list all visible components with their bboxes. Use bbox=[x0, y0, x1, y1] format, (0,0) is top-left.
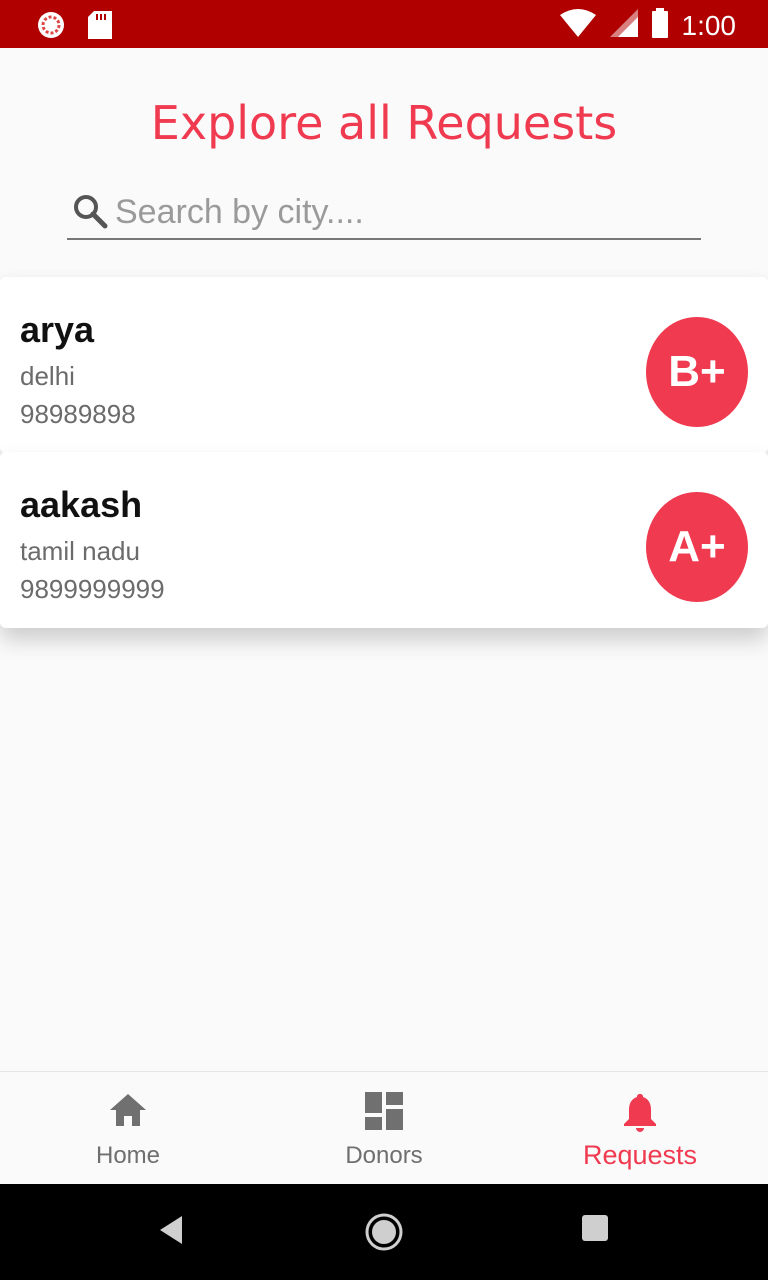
search-input[interactable] bbox=[115, 190, 675, 234]
clock: 1:00 bbox=[681, 9, 737, 41]
bell-icon bbox=[622, 1092, 658, 1137]
requester-phone: 98989898 bbox=[20, 399, 136, 429]
app-notification-icon bbox=[36, 10, 66, 45]
request-card[interactable]: arya delhi 98989898 B+ bbox=[0, 277, 768, 453]
search-icon bbox=[71, 192, 109, 235]
home-icon bbox=[108, 1092, 148, 1133]
blood-group-badge: B+ bbox=[646, 317, 748, 427]
nav-label-donors: Donors bbox=[345, 1142, 423, 1169]
requester-city: delhi bbox=[20, 361, 75, 391]
nav-label-home: Home bbox=[95, 1142, 161, 1169]
nav-item-home[interactable]: Home bbox=[0, 1072, 256, 1185]
blood-group-badge: A+ bbox=[646, 492, 748, 602]
nav-label-requests: Requests bbox=[582, 1140, 698, 1170]
recents-icon[interactable] bbox=[582, 1215, 608, 1246]
page-title: Explore all Requests bbox=[150, 96, 618, 150]
requester-phone: 9899999999 bbox=[20, 574, 165, 604]
bottom-navigation: Home Donors Requests bbox=[0, 1071, 768, 1184]
requester-name: arya bbox=[20, 309, 95, 350]
search-bar bbox=[67, 188, 701, 240]
back-icon[interactable] bbox=[158, 1214, 184, 1251]
nav-item-donors[interactable]: Donors bbox=[256, 1072, 512, 1185]
signal-icon bbox=[609, 9, 638, 42]
requester-name: aakash bbox=[20, 484, 143, 525]
home-button-icon[interactable] bbox=[364, 1212, 404, 1257]
nav-item-requests[interactable]: Requests bbox=[512, 1072, 768, 1185]
system-navigation-bar bbox=[0, 1184, 768, 1280]
requester-city: tamil nadu bbox=[20, 536, 140, 566]
wifi-icon bbox=[559, 9, 596, 42]
dashboard-icon bbox=[365, 1092, 403, 1135]
sd-card-icon bbox=[88, 11, 112, 44]
status-bar: 1:00 bbox=[0, 0, 768, 48]
battery-icon bbox=[651, 8, 668, 43]
request-card[interactable]: aakash tamil nadu 9899999999 A+ bbox=[0, 452, 768, 628]
